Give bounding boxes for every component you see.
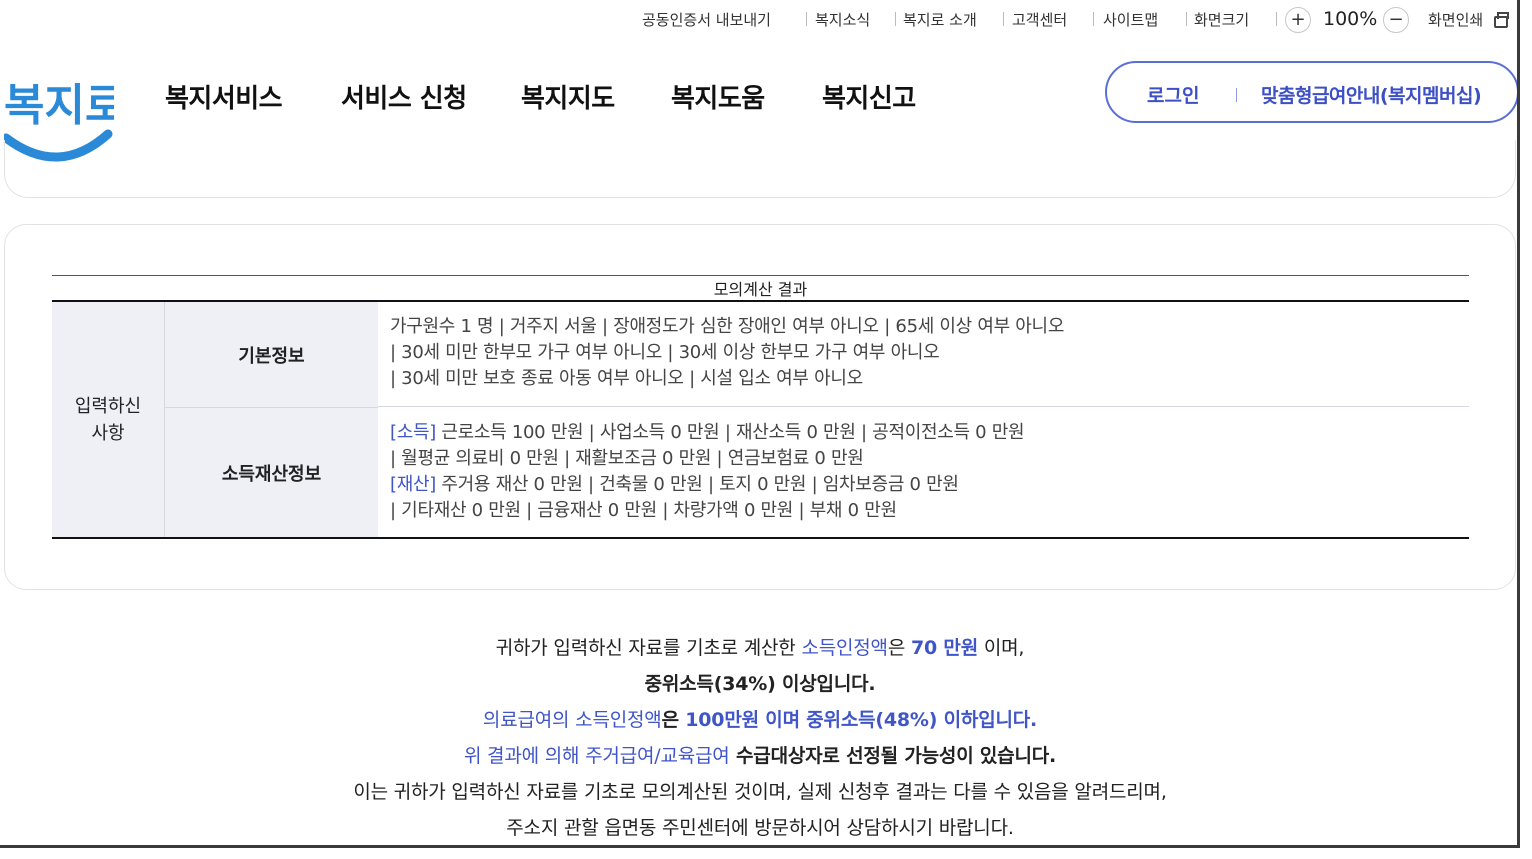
nav-service-apply[interactable]: 서비스 신청 bbox=[341, 78, 467, 115]
divider bbox=[1093, 12, 1094, 26]
nav-welfare-report[interactable]: 복지신고 bbox=[822, 78, 916, 115]
divider bbox=[895, 12, 896, 26]
membership-button[interactable]: 맞춤형급여안내(복지멤버십) bbox=[1261, 81, 1482, 108]
result-line-2: 중위소득(34%) 이상입니다. bbox=[644, 673, 876, 695]
screen-size-label: 화면크기 bbox=[1194, 11, 1250, 29]
nav-welfare-map[interactable]: 복지지도 bbox=[521, 78, 615, 115]
basic-info-header: 기본정보 bbox=[165, 302, 378, 408]
previous-section-card bbox=[4, 140, 1516, 198]
asset-line: [재산] 주거용 재산 0 만원 | 건축물 0 만원 | 토지 0 만원 | … bbox=[390, 474, 959, 495]
zoom-in-button[interactable]: + bbox=[1285, 7, 1311, 33]
asset-tag: [재산] bbox=[390, 474, 436, 495]
login-button[interactable]: 로그인 bbox=[1147, 81, 1199, 108]
basic-info-line: 가구원수 1 명 | 거주지 서울 | 장애정도가 심한 장애인 여부 아니오 … bbox=[390, 316, 1065, 337]
logo-text: 복지로 bbox=[4, 80, 114, 131]
divider bbox=[1236, 88, 1237, 102]
nav-welfare-service[interactable]: 복지서비스 bbox=[165, 78, 283, 115]
input-summary-header: 입력하신 사항 bbox=[52, 302, 165, 537]
basic-info-line: | 30세 미만 한부모 가구 여부 아니오 | 30세 이상 한부모 가구 여… bbox=[390, 342, 940, 363]
result-line-3: 의료급여의 소득인정액은 100만원 이며 중위소득(48%) 이하입니다. bbox=[482, 709, 1038, 731]
asset-line: | 기타재산 0 만원 | 금융재산 0 만원 | 차량가액 0 만원 | 부채… bbox=[390, 500, 897, 521]
customer-center-link[interactable]: 고객센터 bbox=[1012, 9, 1067, 30]
nav-welfare-help[interactable]: 복지도움 bbox=[671, 78, 765, 115]
divider bbox=[1276, 12, 1277, 26]
income-line: | 월평균 의료비 0 만원 | 재활보조금 0 만원 | 연금보험료 0 만원 bbox=[390, 448, 864, 469]
divider bbox=[806, 12, 807, 26]
printer-icon[interactable] bbox=[1494, 12, 1509, 28]
result-line-1: 귀하가 입력하신 자료를 기초로 계산한 소득인정액은 70 만원 이며, bbox=[495, 637, 1025, 659]
income-asset-cell: [소득] 근로소득 100 만원 | 사업소득 0 만원 | 재산소득 0 만원… bbox=[378, 408, 1469, 537]
print-button[interactable]: 화면인쇄 bbox=[1428, 9, 1483, 30]
news-link[interactable]: 복지소식 bbox=[815, 9, 870, 30]
income-recognized-term: 소득인정액 bbox=[801, 637, 888, 659]
about-link[interactable]: 복지로 소개 bbox=[903, 9, 977, 30]
result-line-5: 이는 귀하가 입력하신 자료를 기초로 모의계산된 것이며, 실제 신청후 결과… bbox=[353, 781, 1167, 803]
zoom-out-button[interactable]: − bbox=[1383, 7, 1409, 33]
page-frame: 공동인증서 내보내기 복지소식 복지로 소개 고객센터 사이트맵 화면크기 + … bbox=[0, 0, 1520, 848]
income-tag: [소득] bbox=[390, 422, 436, 443]
income-line: [소득] 근로소득 100 만원 | 사업소득 0 만원 | 재산소득 0 만원… bbox=[390, 422, 1025, 443]
cert-export-link[interactable]: 공동인증서 내보내기 bbox=[642, 9, 771, 30]
result-line-4: 위 결과에 의해 주거급여/교육급여 수급대상자로 선정될 가능성이 있습니다. bbox=[463, 745, 1057, 767]
divider bbox=[1186, 12, 1187, 26]
divider bbox=[1003, 12, 1004, 26]
table-body: 입력하신 사항 기본정보 가구원수 1 명 | 거주지 서울 | 장애정도가 심… bbox=[52, 300, 1469, 539]
income-recognized-value: 70 만원 bbox=[910, 637, 978, 659]
zoom-level: 100% bbox=[1323, 8, 1378, 30]
sitemap-link[interactable]: 사이트맵 bbox=[1103, 9, 1158, 30]
result-line-6: 주소지 관할 읍면동 주민센터에 방문하시어 상담하시기 바랍니다. bbox=[506, 817, 1014, 839]
account-box: 로그인 맞춤형급여안내(복지멤버십) bbox=[1105, 61, 1517, 123]
income-asset-header: 소득재산정보 bbox=[165, 408, 378, 537]
table-caption: 모의계산 결과 bbox=[52, 275, 1469, 301]
utility-bar: 공동인증서 내보내기 복지소식 복지로 소개 고객센터 사이트맵 화면크기 + … bbox=[0, 6, 1517, 33]
basic-info-line: | 30세 미만 보호 종료 아동 여부 아니오 | 시설 입소 여부 아니오 bbox=[390, 368, 863, 389]
basic-info-cell: 가구원수 1 명 | 거주지 서울 | 장애정도가 심한 장애인 여부 아니오 … bbox=[378, 302, 1469, 407]
